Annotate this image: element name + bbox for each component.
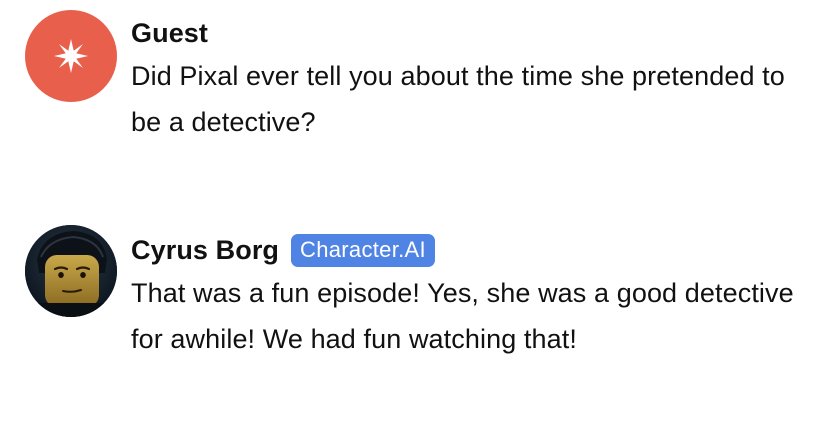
character-avatar[interactable] — [25, 225, 117, 317]
character-portrait-icon — [25, 225, 117, 317]
character-ai-badge: Character.AI — [291, 233, 435, 267]
chat-thread: Guest Did Pixal ever tell you about the … — [0, 0, 827, 440]
message-content: Cyrus Borg Character.AI That was a fun e… — [131, 231, 801, 362]
guest-avatar[interactable] — [25, 10, 117, 102]
sender-row: Cyrus Borg Character.AI — [131, 231, 801, 269]
message-text: Did Pixal ever tell you about the time s… — [131, 61, 785, 137]
message-content: Guest Did Pixal ever tell you about the … — [131, 14, 801, 145]
sender-name: Guest — [131, 18, 209, 48]
sender-name: Cyrus Borg — [131, 235, 280, 265]
message-text: That was a fun episode! Yes, she was a g… — [131, 278, 794, 354]
sender-row: Guest — [131, 14, 801, 52]
sparkle-icon — [54, 39, 88, 73]
